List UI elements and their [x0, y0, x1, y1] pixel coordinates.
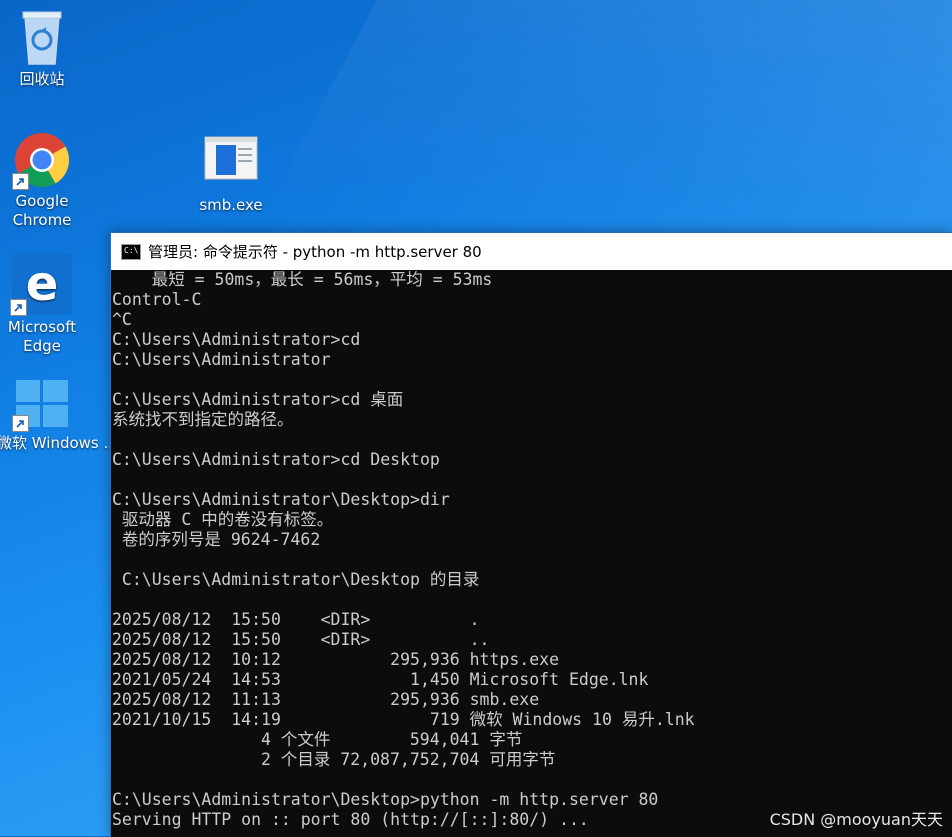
chrome-icon — [12, 132, 70, 190]
console-line: C:\Users\Administrator — [112, 350, 331, 369]
console-line: 4 个文件 594,041 字节 — [112, 730, 523, 749]
recycle-bin-label: 回收站 — [19, 70, 65, 88]
google-chrome-label: Google Chrome — [12, 192, 72, 229]
console-line: 2025/08/12 10:12 295,936 https.exe — [112, 650, 560, 669]
console-line: C:\Users\Administrator>cd Desktop — [112, 450, 440, 469]
smb-exe-icon-tile[interactable]: smb.exe — [186, 136, 276, 215]
console-line: C:\Users\Administrator\Desktop>dir — [112, 490, 450, 509]
shortcut-arrow-icon — [12, 173, 29, 190]
console-line: 2025/08/12 15:50 <DIR> . — [112, 610, 480, 629]
console-line: 2 个目录 72,087,752,704 可用字节 — [112, 750, 556, 769]
console-line: ^C — [112, 310, 132, 329]
console-line: 卷的序列号是 9624-7462 — [112, 530, 321, 549]
console-line: 2025/08/12 15:50 <DIR> .. — [112, 630, 490, 649]
recycle-bin-icon-tile[interactable]: 回收站 — [0, 8, 87, 89]
smb-exe-label: smb.exe — [199, 196, 263, 214]
edge-icon: e — [10, 254, 72, 316]
windows-logo-icon — [12, 378, 70, 432]
csdn-watermark: CSDN @mooyuan天天 — [769, 810, 943, 829]
executable-file-icon — [204, 136, 258, 180]
command-prompt-window[interactable]: C:\ 管理员: 命令提示符 - python -m http.server 8… — [110, 232, 952, 837]
console-output[interactable]: 最短 = 50ms，最长 = 56ms，平均 = 53ms Control-C ^C… — [111, 270, 952, 830]
console-line: C:\Users\Administrator>cd 桌面 — [112, 390, 404, 409]
google-chrome-icon-tile[interactable]: Google Chrome — [0, 132, 87, 230]
microsoft-edge-icon-tile[interactable]: e Microsoft Edge — [0, 254, 87, 356]
console-line: 2021/05/24 14:53 1,450 Microsoft Edge.ln… — [112, 670, 649, 689]
shortcut-arrow-icon — [12, 415, 29, 432]
cmd-icon: C:\ — [121, 243, 141, 260]
shortcut-arrow-icon — [10, 299, 27, 316]
console-title: 管理员: 命令提示符 - python -m http.server 80 — [148, 243, 482, 261]
console-line: C:\Users\Administrator>cd — [112, 330, 361, 349]
console-line: 系统找不到指定的路径。 — [112, 410, 294, 429]
console-line: 最短 = 50ms，最长 = 56ms，平均 = 53ms — [112, 270, 493, 289]
windows-upgrade-label: 微软 Windows ... — [0, 434, 118, 452]
console-line: 2025/08/12 11:13 295,936 smb.exe — [112, 690, 540, 709]
console-line: Control-C — [112, 290, 202, 309]
console-line: C:\Users\Administrator\Desktop 的目录 — [112, 570, 480, 589]
console-titlebar[interactable]: C:\ 管理员: 命令提示符 - python -m http.server 8… — [111, 233, 952, 270]
recycle-bin-icon — [17, 8, 67, 66]
svg-text:e: e — [26, 256, 59, 312]
console-line: 2021/10/15 14:19 719 微软 Windows 10 易升.ln… — [112, 710, 695, 729]
windows-upgrade-icon-tile[interactable]: 微软 Windows ... — [0, 378, 118, 453]
microsoft-edge-label: Microsoft Edge — [7, 318, 77, 355]
console-line: 驱动器 C 中的卷没有标签。 — [112, 510, 334, 529]
